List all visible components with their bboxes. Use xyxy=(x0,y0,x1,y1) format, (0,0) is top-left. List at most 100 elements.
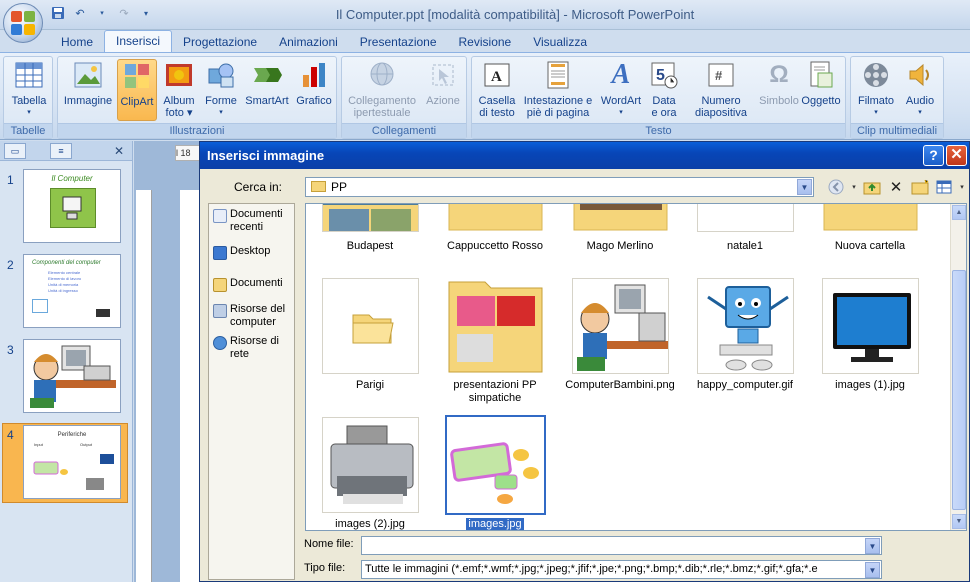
delete-icon[interactable]: ✕ xyxy=(886,177,906,197)
image-thumbnail[interactable] xyxy=(697,204,794,232)
image-thumbnail[interactable] xyxy=(822,278,919,374)
collegamento-button[interactable]: Collegamento ipertestuale xyxy=(345,59,419,119)
place-desktop[interactable]: Desktop xyxy=(213,245,270,260)
filmato-button[interactable]: Filmato ▾ xyxy=(854,59,898,119)
lookin-value: PP xyxy=(331,180,348,194)
chevron-down-icon[interactable]: ▼ xyxy=(865,562,880,578)
file-label[interactable]: happy_computer.gif xyxy=(680,379,810,392)
filetype-select[interactable]: Tutte le immagini (*.emf;*.wmf;*.jpg;*.j… xyxy=(361,560,882,579)
file-label[interactable]: images (1).jpg xyxy=(805,379,935,392)
close-icon[interactable]: ✕ xyxy=(114,144,124,158)
tab-animazioni[interactable]: Animazioni xyxy=(268,32,349,52)
vertical-scrollbar[interactable]: ▲ ▼ xyxy=(950,204,966,530)
oggetto-button[interactable]: Oggetto xyxy=(798,59,844,107)
film-reel-icon xyxy=(860,59,892,91)
network-globe-icon xyxy=(213,336,227,350)
ribbon-tabs: Home Inserisci Progettazione Animazioni … xyxy=(50,30,598,52)
image-thumbnail[interactable] xyxy=(322,417,419,513)
clipart-button[interactable]: ClipArt xyxy=(117,59,157,121)
shapes-icon xyxy=(205,59,237,91)
back-icon[interactable] xyxy=(826,177,846,197)
folder-thumbnail[interactable] xyxy=(572,204,669,232)
file-label[interactable]: Mago Merlino xyxy=(555,240,685,253)
file-label[interactable]: images (2).jpg xyxy=(306,518,435,530)
new-folder-icon[interactable] xyxy=(910,177,930,197)
audio-button[interactable]: Audio ▾ xyxy=(899,59,941,119)
picture-icon xyxy=(72,59,104,91)
scrollbar-thumb[interactable] xyxy=(952,270,966,510)
up-folder-icon[interactable] xyxy=(862,177,882,197)
azione-button[interactable]: Azione xyxy=(422,59,464,107)
filetype-label: Tipo file: xyxy=(304,562,346,574)
slides-tab-icon[interactable]: ▭ xyxy=(4,143,26,159)
casella-testo-button[interactable]: A Casella di testo xyxy=(475,59,519,119)
tab-visualizza[interactable]: Visualizza xyxy=(522,32,598,52)
slide-thumbnail-3[interactable] xyxy=(23,339,121,413)
outline-tab-icon[interactable]: ≡ xyxy=(50,143,72,159)
image-thumbnail-selected[interactable] xyxy=(445,415,546,515)
folder-thumbnail[interactable] xyxy=(447,204,544,232)
folder-thumbnail[interactable] xyxy=(322,204,419,232)
simbolo-button[interactable]: Ω Simbolo xyxy=(758,59,800,108)
tab-presentazione[interactable]: Presentazione xyxy=(349,32,448,52)
file-list[interactable]: Budapest Cappuccetto Rosso Mago Merlino … xyxy=(305,203,967,531)
slide-title: Periferiche xyxy=(57,432,87,438)
intestazione-button[interactable]: Intestazione e piè di pagina xyxy=(520,59,596,119)
slides-panel-tabs: ▭ ≡ ✕ xyxy=(0,141,132,161)
chevron-down-icon[interactable]: ▼ xyxy=(865,538,880,554)
chevron-down-icon[interactable]: ▼ xyxy=(797,179,812,195)
file-label[interactable]: Budapest xyxy=(306,240,435,253)
slide-bullet: Output xyxy=(80,442,93,447)
tab-home[interactable]: Home xyxy=(50,32,104,52)
close-button[interactable]: ✕ xyxy=(946,145,967,166)
tab-progettazione[interactable]: Progettazione xyxy=(172,32,268,52)
place-recent[interactable]: Documenti recenti xyxy=(213,208,294,234)
forme-button[interactable]: Forme ▾ xyxy=(201,59,241,119)
office-button[interactable] xyxy=(3,3,43,43)
image-thumbnail[interactable] xyxy=(697,278,794,374)
folder-thumbnail[interactable] xyxy=(447,278,544,374)
file-label-selected[interactable]: images.jpg xyxy=(466,518,524,530)
file-label[interactable]: Nuova cartella xyxy=(805,240,935,253)
file-label[interactable]: ComputerBambini.png xyxy=(555,379,685,392)
filename-input[interactable]: ▼ xyxy=(361,536,882,555)
file-label[interactable]: natale1 xyxy=(680,240,810,253)
lookin-combobox[interactable]: PP ▼ xyxy=(305,177,814,197)
group-label-tabelle: Tabelle xyxy=(4,123,52,138)
place-network[interactable]: Risorse di rete xyxy=(213,335,294,361)
album-foto-button[interactable]: Album foto ▾ xyxy=(159,59,199,119)
wordart-button[interactable]: A WordArt ▾ xyxy=(598,59,644,119)
place-computer[interactable]: Risorse del computer xyxy=(213,303,294,329)
tab-revisione[interactable]: Revisione xyxy=(448,32,523,52)
scroll-up-icon[interactable]: ▲ xyxy=(952,205,966,220)
file-label[interactable]: Cappuccetto Rosso xyxy=(430,240,560,253)
place-documents[interactable]: Documenti xyxy=(213,277,283,292)
tab-inserisci[interactable]: Inserisci xyxy=(104,30,173,52)
views-icon[interactable] xyxy=(934,177,954,197)
chevron-down-icon[interactable]: ▾ xyxy=(958,177,966,197)
smartart-button[interactable]: SmartArt xyxy=(243,59,291,107)
help-button[interactable]: ? xyxy=(923,145,944,166)
grafico-button[interactable]: Grafico xyxy=(293,59,335,107)
slide-thumbnail-1[interactable]: Il Computer xyxy=(23,169,121,243)
header-footer-icon xyxy=(542,59,574,91)
slide-thumbnail-2[interactable]: Componenti del computer Elemento central… xyxy=(23,254,121,328)
data-ora-button[interactable]: 5 Data e ora xyxy=(646,59,682,119)
file-label[interactable]: Parigi xyxy=(306,379,435,392)
image-thumbnail[interactable] xyxy=(572,278,669,374)
slide-thumbnail-4[interactable]: Periferiche Input Output xyxy=(23,425,121,499)
group-label-illustrazioni: Illustrazioni xyxy=(58,123,336,138)
file-label[interactable]: presentazioni PP simpatiche xyxy=(430,379,560,405)
group-tabelle: Tabella ▾ Tabelle xyxy=(3,56,53,139)
numero-diapositiva-button[interactable]: # Numero diapositiva xyxy=(684,59,758,119)
folder-thumbnail[interactable] xyxy=(322,278,419,374)
immagine-button[interactable]: Immagine xyxy=(61,59,115,107)
folder-thumbnail[interactable] xyxy=(822,204,919,232)
scroll-down-icon[interactable]: ▼ xyxy=(952,514,966,529)
slide-bullets: Elemento centrale Elemento di lavoro Uni… xyxy=(48,270,82,293)
object-icon xyxy=(805,59,837,91)
desktop-icon xyxy=(213,246,227,260)
tabella-button[interactable]: Tabella ▾ xyxy=(7,59,51,119)
slide-number: 4 xyxy=(7,428,14,442)
chevron-down-icon[interactable]: ▾ xyxy=(850,177,858,197)
